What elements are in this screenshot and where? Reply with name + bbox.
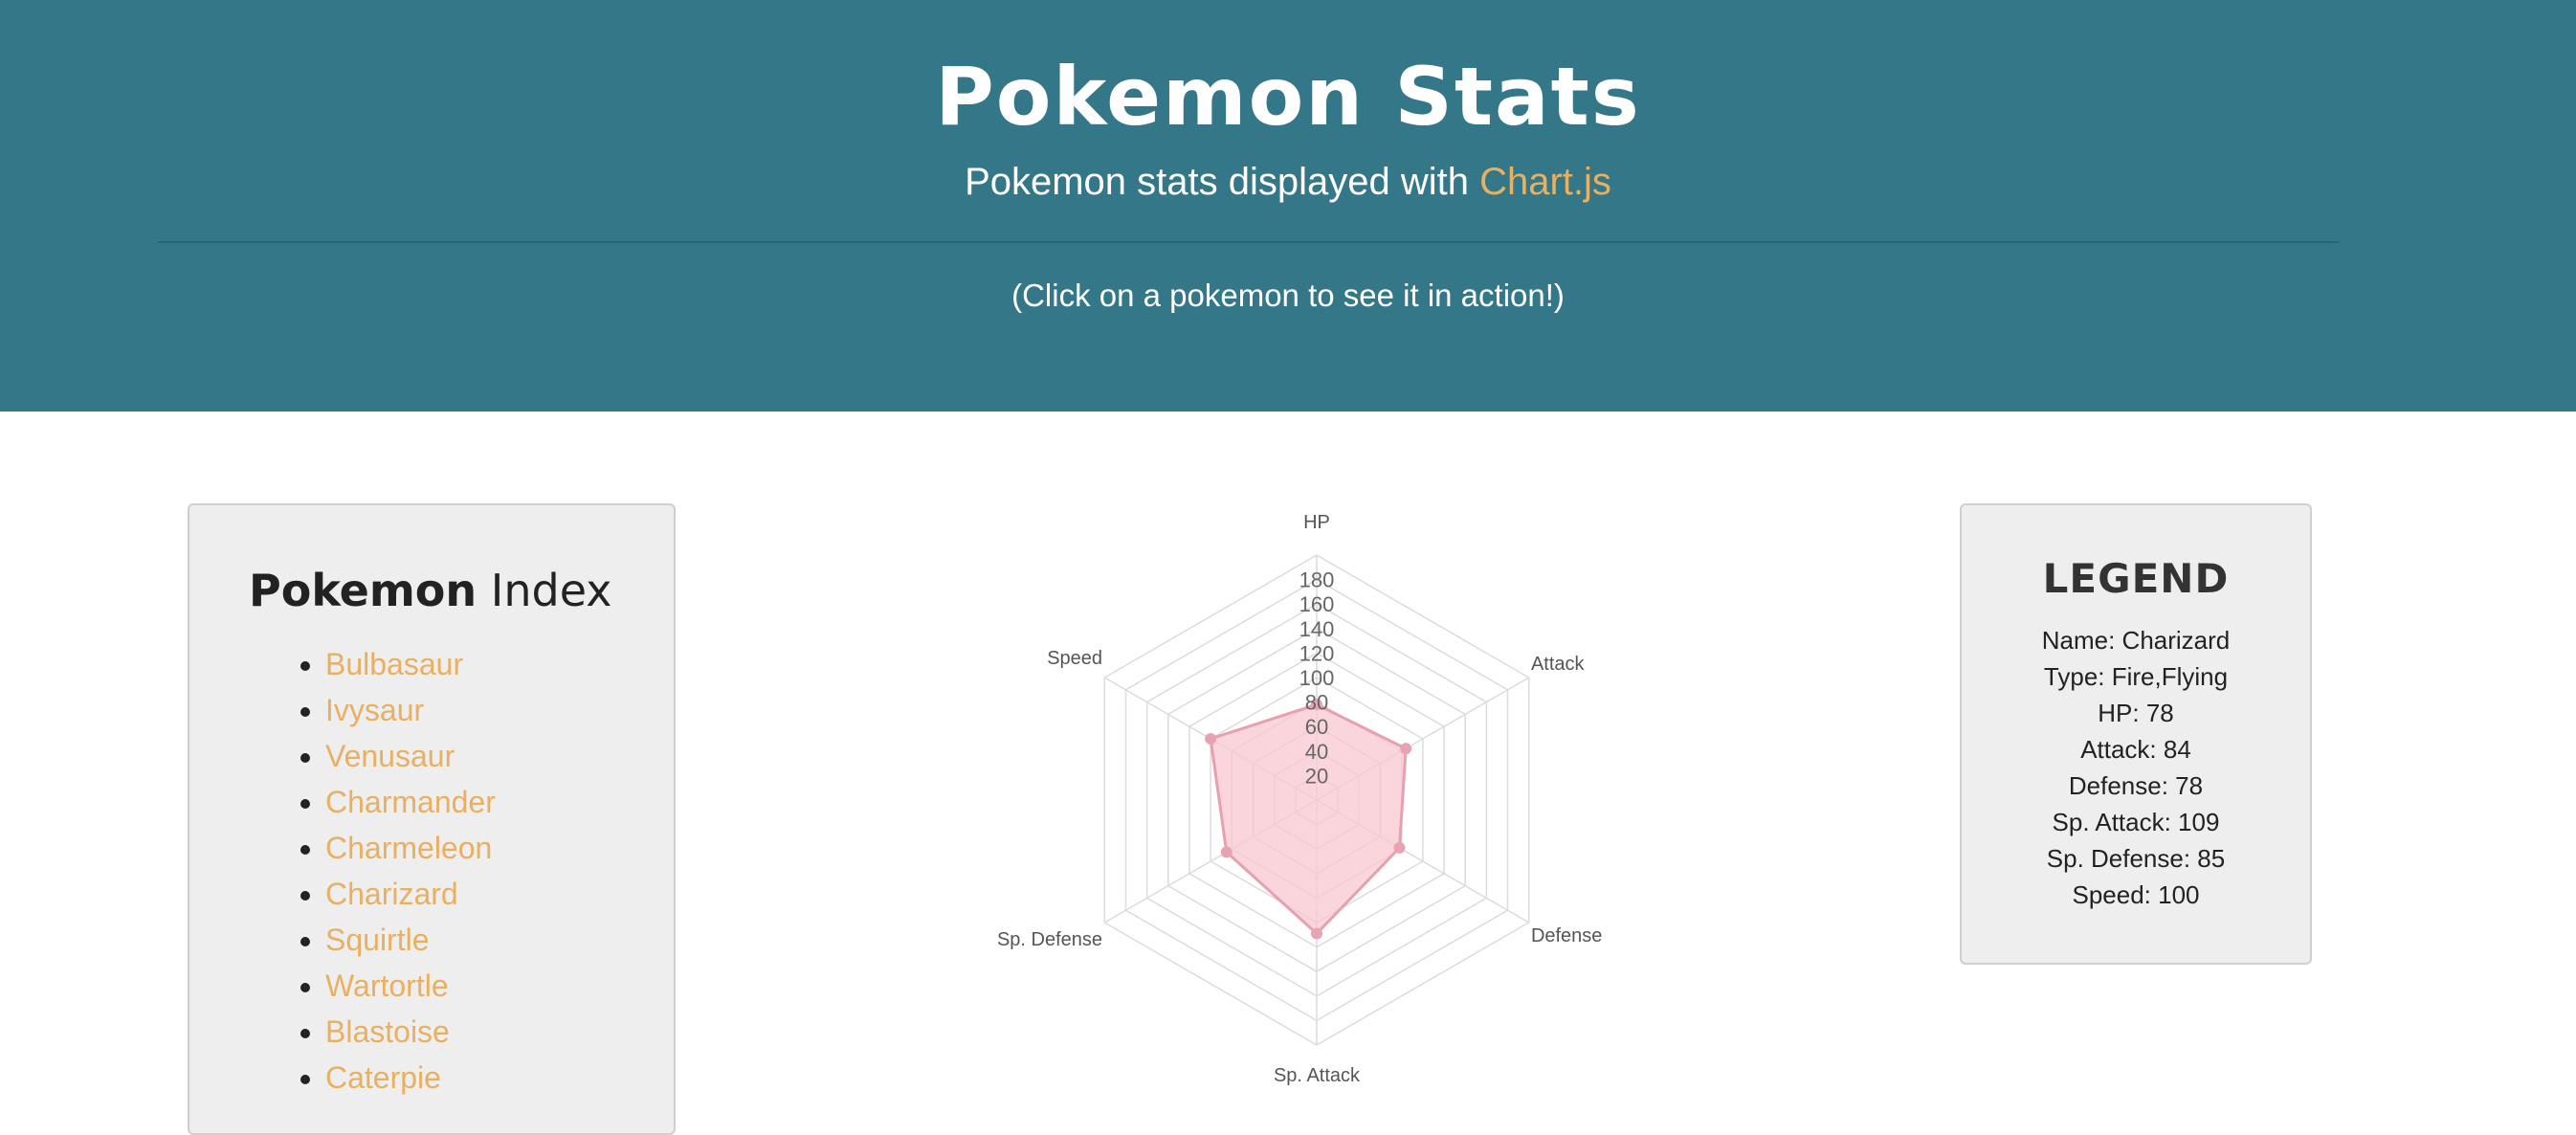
list-item: Charmeleon: [325, 825, 496, 871]
list-item: Venusaur: [325, 733, 496, 779]
tick-label: 180: [1299, 568, 1335, 592]
header: Pokemon Stats Pokemon stats displayed wi…: [0, 0, 2576, 412]
tick-label: 140: [1299, 617, 1335, 641]
pokemon-link[interactable]: Blastoise: [325, 1014, 450, 1049]
axis-label: Speed: [1047, 648, 1102, 669]
legend-title: LEGEND: [2042, 555, 2230, 602]
page-title: Pokemon Stats: [935, 50, 1641, 144]
tick-label: 100: [1299, 666, 1335, 690]
axis-label: Sp. Attack: [1274, 1065, 1361, 1086]
legend-row: Sp. Defense: 85: [2046, 844, 2226, 873]
pokemon-link[interactable]: Charizard: [325, 877, 458, 911]
tick-label: 160: [1299, 592, 1335, 616]
pokemon-index-panel: Pokemon Index Bulbasaur Ivysaur Venusaur Ch…: [188, 503, 676, 1135]
tick-label: 80: [1305, 691, 1328, 715]
pokemon-link[interactable]: Bulbasaur: [325, 647, 463, 681]
axis-label: HP: [1303, 512, 1330, 533]
pokemon-list: Bulbasaur Ivysaur Venusaur Charmander Charme…: [249, 641, 496, 1101]
list-item: Charizard: [325, 871, 496, 917]
data-point: [1400, 743, 1412, 755]
index-title-rest: Index: [477, 565, 612, 616]
tick-label: 40: [1305, 740, 1328, 764]
legend-panel: LEGEND Name: Charizard Type: Fire,Flying H…: [1960, 503, 2312, 965]
list-item: Ivysaur: [325, 687, 496, 733]
axis-label: Defense: [1531, 925, 1603, 946]
list-item: Squirtle: [325, 917, 496, 963]
hint-text: (Click on a pokemon to see it in action!…: [1011, 278, 1565, 313]
data-point: [1393, 841, 1406, 854]
list-item: Bulbasaur: [325, 641, 496, 687]
tick-label: 20: [1305, 764, 1328, 788]
pokemon-link[interactable]: Caterpie: [325, 1060, 441, 1095]
pokemon-link[interactable]: Charmeleon: [325, 831, 492, 865]
page-subtitle: Pokemon stats displayed with Chart.js: [0, 161, 2576, 204]
legend-row: Sp. Attack: 109: [2052, 808, 2220, 836]
header-divider: [158, 241, 2340, 243]
list-item: Blastoise: [325, 1009, 496, 1055]
tick-label: 60: [1305, 715, 1328, 739]
pokemon-link[interactable]: Wartortle: [325, 968, 449, 1003]
legend-row: Speed: 100: [2072, 880, 2200, 909]
pokemon-link[interactable]: Squirtle: [325, 923, 430, 957]
list-item: Charmander: [325, 779, 496, 825]
legend-row: HP: 78: [2098, 699, 2174, 727]
data-point: [1311, 927, 1322, 940]
legend-row: Attack: 84: [2080, 735, 2191, 764]
pokemon-link[interactable]: Venusaur: [325, 739, 455, 773]
legend-rows: Name: Charizard Type: Fire,Flying HP: 78 At…: [1962, 622, 2310, 913]
legend-row: Type: Fire,Flying: [2043, 662, 2229, 691]
data-point: [1220, 846, 1232, 858]
list-item: Wartortle: [325, 963, 496, 1009]
index-title: Pokemon Index: [249, 565, 611, 616]
index-title-bold: Pokemon: [249, 565, 477, 616]
subtitle-text: Pokemon stats displayed with: [965, 161, 1480, 203]
legend-row: Name: Charizard: [2041, 626, 2231, 655]
radar-chart: 20406080100120140160180 HP Attack Defense Sp…: [997, 512, 1603, 1086]
list-item: Caterpie: [325, 1055, 496, 1101]
pokemon-link[interactable]: Charmander: [325, 785, 496, 819]
axis-label: Sp. Defense: [997, 929, 1102, 950]
data-point: [1205, 733, 1217, 745]
tick-label: 120: [1299, 641, 1335, 665]
pokemon-link[interactable]: Ivysaur: [325, 693, 424, 727]
chartjs-link[interactable]: Chart.js: [1479, 161, 1611, 203]
axis-label: Attack: [1531, 654, 1586, 675]
legend-row: Defense: 78: [2068, 771, 2204, 800]
